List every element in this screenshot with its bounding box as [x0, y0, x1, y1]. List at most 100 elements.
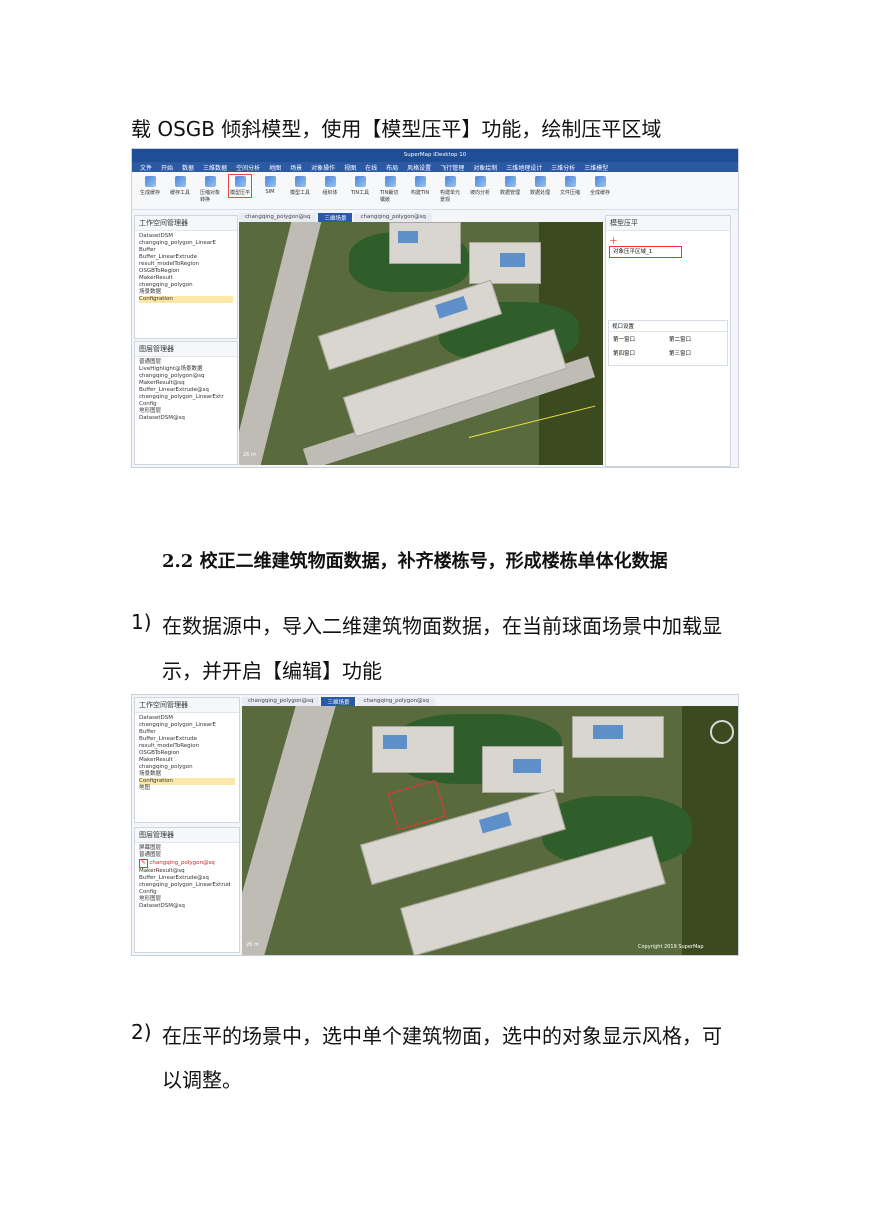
layer-item[interactable]: ✎ changqing_polygon@sq: [139, 859, 235, 868]
tree-item[interactable]: Buffer_LinearExtrude: [139, 254, 233, 261]
tool-tin[interactable]: TIN工具: [350, 176, 370, 196]
menu-3d-design[interactable]: 三维地理设计: [506, 163, 542, 172]
list-item-text: 在数据源中，导入二维建筑物面数据，在当前球面场景中加载显: [162, 614, 722, 638]
tool-solid[interactable]: 组织体: [320, 176, 340, 196]
tree-item[interactable]: changqing_polygon: [139, 282, 233, 289]
menu-data[interactable]: 数据: [182, 163, 194, 172]
tool-file-compress[interactable]: 文件压缩: [560, 176, 580, 196]
tree-item[interactable]: changqing_polygon_LinearE: [139, 722, 235, 729]
layer-item[interactable]: DatasetDSM@sq: [139, 415, 233, 422]
tool-cache-tools[interactable]: 缓存工具: [170, 176, 190, 196]
scene-viewport[interactable]: 26 m Copyright 2019 SuperMap: [242, 706, 738, 955]
layer-item[interactable]: changqing_polygon_LinearExtrud: [139, 882, 235, 889]
layer-item[interactable]: MakerResult@sq: [139, 868, 235, 875]
menu-style[interactable]: 风格设置: [407, 163, 431, 172]
layer-item[interactable]: changqing_polygon@sq: [139, 373, 233, 380]
layer-item[interactable]: Config: [139, 889, 235, 896]
scene-viewport[interactable]: 26 m: [239, 222, 603, 465]
tool-model-tools[interactable]: 模型工具: [290, 176, 310, 196]
view-option-2[interactable]: 第二窗口: [669, 335, 691, 343]
menu-object-op[interactable]: 对象操作: [311, 163, 335, 172]
compass-icon[interactable]: [710, 720, 734, 744]
tree-item[interactable]: 地图: [139, 785, 235, 792]
menu-file[interactable]: 文件: [140, 163, 152, 172]
layer-item[interactable]: 地形图层: [139, 408, 233, 415]
list-number: 1): [131, 610, 152, 634]
tool-tin-clip[interactable]: TIN裁切镶嵌: [380, 176, 400, 203]
tree-item[interactable]: OSGBToRegion: [139, 268, 233, 275]
tool-data-process[interactable]: 数据处理: [530, 176, 550, 196]
tool-full-cache[interactable]: 全成缓存: [590, 176, 610, 196]
tree-item[interactable]: changqing_polygon: [139, 764, 235, 771]
tree-item[interactable]: OSGBToRegion: [139, 750, 235, 757]
roof: [593, 725, 623, 739]
menu-3d-data[interactable]: 三维数据: [203, 163, 227, 172]
building: [372, 726, 454, 773]
edit-pencil-icon[interactable]: ✎: [139, 859, 148, 868]
tool-sim[interactable]: SIM: [260, 176, 280, 195]
section-heading: 2.2 校正二维建筑物面数据，补齐楼栋号，形成楼栋单体化数据: [162, 551, 668, 572]
view-option-4[interactable]: 第四窗口: [613, 349, 635, 357]
layer-item-label: changqing_polygon@sq: [149, 860, 215, 866]
tree-item[interactable]: Configration: [139, 296, 233, 303]
layer-title: 图层管理器: [135, 828, 239, 843]
file-compress-icon: [564, 176, 576, 187]
layer-item[interactable]: Buffer_LinearExtrude@sq: [139, 387, 233, 394]
layer-item[interactable]: 地形图层: [139, 896, 235, 903]
layer-item[interactable]: changqing_polygon_LinearExtr: [139, 394, 233, 401]
tool-generate-cache[interactable]: 生成缓存: [140, 176, 160, 196]
tree-item[interactable]: 场景数据: [139, 289, 233, 296]
tool-slope[interactable]: 坡向分析: [470, 176, 490, 196]
menu-3d-analysis[interactable]: 三维分析: [551, 163, 575, 172]
tree-item[interactable]: result_modelToRegion: [139, 743, 235, 750]
layer-item[interactable]: 普通图层: [139, 852, 235, 859]
view-settings-title: 视口设置: [609, 321, 727, 332]
menu-start[interactable]: 开始: [161, 163, 173, 172]
menu-spatial[interactable]: 空间分析: [236, 163, 260, 172]
menu-layout[interactable]: 布局: [386, 163, 398, 172]
layer-tree: 屏幕图层 普通图层 ✎ changqing_polygon@sq MakerRe…: [135, 843, 239, 912]
list-item-text: 示，并开启【编辑】功能: [162, 659, 382, 683]
body-text-line: 载 OSGB 倾斜模型，使用【模型压平】功能，绘制压平区域: [131, 117, 662, 141]
landscape-icon: [444, 176, 456, 187]
tree-item[interactable]: result_modelToRegion: [139, 261, 233, 268]
tool-unit-landscape[interactable]: 构建单元景观: [440, 176, 460, 203]
layer-item[interactable]: MakerResult@sq: [139, 380, 233, 387]
menu-scene[interactable]: 场景: [290, 163, 302, 172]
tree-item[interactable]: MakerResult: [139, 757, 235, 764]
copyright-label: Copyright 2019 SuperMap: [638, 944, 704, 950]
tree-item[interactable]: MakerResult: [139, 275, 233, 282]
layer-item[interactable]: 普通图层: [139, 359, 233, 366]
layer-item[interactable]: Config: [139, 401, 233, 408]
flatten-region-item[interactable]: 对象压平区域_1: [609, 246, 682, 258]
roof: [398, 231, 418, 243]
view-option-3[interactable]: 第三窗口: [669, 349, 691, 357]
menu-map[interactable]: 地图: [269, 163, 281, 172]
tool-data-manage[interactable]: 数据管理: [500, 176, 520, 196]
roof: [435, 295, 468, 319]
tree-item[interactable]: Configration: [139, 778, 235, 785]
menu-online[interactable]: 在线: [365, 163, 377, 172]
menu-flight[interactable]: 飞行管理: [440, 163, 464, 172]
menu-3d-model[interactable]: 三维模型: [584, 163, 608, 172]
tree-item[interactable]: Buffer: [139, 729, 235, 736]
view-option-1[interactable]: 第一窗口: [613, 335, 635, 343]
tool-model-flatten[interactable]: 模型压平: [228, 174, 252, 198]
layer-item[interactable]: Buffer_LinearExtrude@sq: [139, 875, 235, 882]
flatten-icon: [234, 176, 246, 187]
menu-draw[interactable]: 对象绘制: [473, 163, 497, 172]
tree-item[interactable]: 场景数据: [139, 771, 235, 778]
tin-icon: [354, 176, 366, 187]
tree-item[interactable]: DatasetDSM: [139, 233, 233, 240]
tree-item[interactable]: changqing_polygon_LinearE: [139, 240, 233, 247]
tool-build-tin[interactable]: 构建TIN: [410, 176, 430, 196]
tree-item[interactable]: Buffer: [139, 247, 233, 254]
workspace-tree: DatasetDSM changqing_polygon_LinearE Buf…: [135, 231, 237, 305]
layer-item[interactable]: LiveHighlight@场景数据: [139, 366, 233, 373]
layer-item[interactable]: 屏幕图层: [139, 845, 235, 852]
tree-item[interactable]: DatasetDSM: [139, 715, 235, 722]
menu-view[interactable]: 视图: [344, 163, 356, 172]
layer-item[interactable]: DatasetDSM@sq: [139, 903, 235, 910]
tree-item[interactable]: Buffer_LinearExtrude: [139, 736, 235, 743]
tool-compress[interactable]: 压缩对象转换: [200, 176, 220, 203]
